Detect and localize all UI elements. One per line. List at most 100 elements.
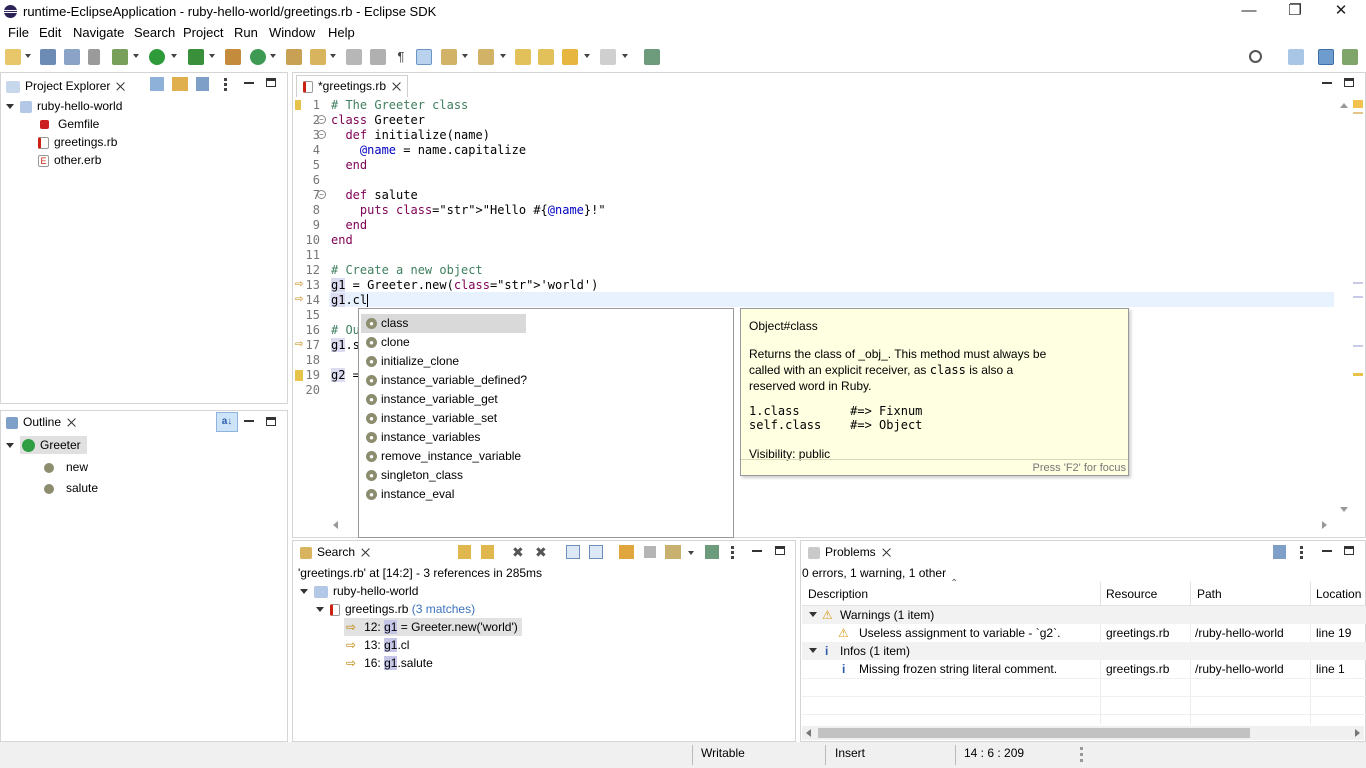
remove-match-icon[interactable]: ✖ — [512, 545, 526, 559]
expand-all-icon[interactable] — [566, 545, 580, 559]
minimize-view-icon[interactable] — [244, 82, 254, 84]
tree-project[interactable]: ruby-hello-world — [6, 97, 122, 115]
completion-item[interactable]: ● remove_instance_variable — [361, 447, 526, 466]
search-tree-project[interactable]: ruby-hello-world — [300, 582, 418, 600]
save-icon[interactable] — [40, 49, 56, 65]
completion-item[interactable]: ● singleton_class — [361, 466, 526, 485]
open-perspective-icon[interactable] — [1288, 49, 1304, 65]
maximize-view-icon[interactable] — [1344, 546, 1354, 555]
close-icon[interactable] — [361, 548, 370, 557]
tab-search[interactable]: Search — [296, 543, 375, 563]
tab-project-explorer[interactable]: Project Explorer — [2, 75, 130, 95]
minimize-button[interactable]: — — [1226, 0, 1272, 23]
status-handle[interactable] — [1080, 747, 1083, 762]
sort-icon[interactable]: a↓ — [216, 412, 238, 432]
fold-toggle-icon[interactable]: − — [317, 190, 326, 199]
tree-file-other[interactable]: Eother.erb — [38, 151, 101, 169]
ruby-perspective-icon[interactable] — [1318, 49, 1334, 65]
show-whitespace-icon[interactable]: ¶ — [393, 49, 409, 65]
pin-search-icon[interactable] — [705, 545, 719, 559]
forward-edit-icon[interactable] — [538, 49, 554, 65]
problems-horizontal-scrollbar[interactable] — [802, 726, 1364, 740]
problem-row-warning[interactable]: ⚠ Useless assignment to variable - `g2`.… — [802, 624, 1366, 642]
view-menu-icon[interactable] — [1300, 546, 1303, 559]
menu-edit[interactable]: Edit — [39, 25, 61, 40]
collapse-all-icon[interactable] — [589, 545, 603, 559]
code-line[interactable]: # Ou — [331, 323, 360, 338]
maximize-editor-icon[interactable] — [1344, 78, 1354, 87]
close-icon[interactable] — [392, 82, 401, 91]
close-icon[interactable] — [116, 82, 125, 91]
editor-vertical-scrollbar[interactable] — [1338, 100, 1348, 515]
maximize-view-icon[interactable] — [775, 546, 785, 555]
forward-icon[interactable] — [600, 49, 616, 65]
outline-method-new[interactable]: new — [44, 458, 88, 476]
menu-project[interactable]: Project — [183, 25, 223, 40]
search-history-icon[interactable] — [665, 545, 681, 559]
code-line[interactable]: g1 = Greeter.new(class="str">'world') — [331, 278, 598, 293]
tab-outline[interactable]: Outline — [2, 413, 81, 433]
prev-match-icon[interactable] — [481, 545, 494, 559]
expand-caret-icon[interactable] — [6, 443, 14, 449]
expand-caret-icon[interactable] — [809, 612, 817, 617]
problems-group-warnings[interactable]: ⚠ Warnings (1 item) — [802, 606, 1366, 624]
search-result-row[interactable]: ⇨ 12: g1 = Greeter.new('world') — [344, 618, 522, 636]
outline-class[interactable]: Greeter — [6, 436, 87, 454]
col-description[interactable]: Description — [808, 587, 868, 601]
view-menu-icon[interactable] — [224, 78, 227, 91]
menu-file[interactable]: File — [8, 25, 29, 40]
menu-help[interactable]: Help — [328, 25, 355, 40]
link-editor-icon[interactable] — [172, 77, 188, 91]
minimize-view-icon[interactable] — [1322, 550, 1332, 552]
next-match-icon[interactable] — [458, 545, 471, 559]
expand-caret-icon[interactable] — [809, 648, 817, 653]
minimize-view-icon[interactable] — [244, 420, 254, 422]
back-icon[interactable] — [562, 49, 578, 65]
maximize-view-icon[interactable] — [266, 78, 276, 87]
completion-item[interactable]: ● instance_eval — [361, 485, 526, 504]
cancel-search-icon[interactable] — [644, 546, 656, 558]
toggle-mark-icon[interactable] — [346, 49, 362, 65]
code-line[interactable]: # The Greeter class — [331, 98, 468, 113]
prev-annotation-icon[interactable] — [478, 49, 494, 65]
maximize-view-icon[interactable] — [266, 417, 276, 426]
code-line[interactable]: end — [331, 218, 367, 233]
completion-item[interactable]: ● instance_variable_set — [361, 409, 526, 428]
completion-item[interactable]: ● clone — [361, 333, 526, 352]
search-result-row[interactable]: ⇨ 16: g1.salute — [344, 654, 433, 672]
col-path[interactable]: Path — [1197, 587, 1222, 601]
menu-navigate[interactable]: Navigate — [73, 25, 124, 40]
minimize-editor-icon[interactable] — [1322, 82, 1332, 84]
code-line[interactable]: g1.cl — [331, 293, 369, 308]
completion-item[interactable]: ● class — [361, 314, 526, 333]
expand-caret-icon[interactable] — [300, 589, 308, 595]
problem-row-info[interactable]: i Missing frozen string literal comment.… — [802, 660, 1366, 678]
fold-toggle-icon[interactable]: − — [317, 115, 326, 124]
highlight-occurrences-icon[interactable] — [416, 49, 432, 65]
run-icon[interactable] — [149, 49, 165, 65]
refresh-search-icon[interactable] — [619, 545, 634, 559]
tree-file-greetings[interactable]: greetings.rb — [38, 133, 117, 151]
pin-editor-icon[interactable] — [644, 49, 660, 65]
expand-caret-icon[interactable] — [316, 607, 324, 613]
code-line[interactable]: end — [331, 158, 367, 173]
fold-toggle-icon[interactable]: − — [317, 130, 326, 139]
save-all-icon[interactable] — [64, 49, 80, 65]
search-icon[interactable] — [1249, 50, 1262, 63]
collapse-all-icon[interactable] — [150, 77, 164, 91]
menu-run[interactable]: Run — [234, 25, 258, 40]
code-line[interactable]: class Greeter — [331, 113, 425, 128]
problems-group-infos[interactable]: i Infos (1 item) — [802, 642, 1366, 660]
tab-problems[interactable]: Problems — [804, 543, 895, 563]
filter-icon[interactable] — [1273, 545, 1286, 559]
last-edit-icon[interactable] — [515, 49, 531, 65]
next-annotation-icon[interactable] — [441, 49, 457, 65]
menu-search[interactable]: Search — [134, 25, 175, 40]
minimize-view-icon[interactable] — [752, 550, 762, 552]
menu-window[interactable]: Window — [269, 25, 315, 40]
filter-icon[interactable] — [196, 77, 209, 91]
col-resource[interactable]: Resource — [1106, 587, 1157, 601]
open-type-icon[interactable] — [286, 49, 302, 65]
search-result-row[interactable]: ⇨ 13: g1.cl — [344, 636, 409, 654]
view-menu-icon[interactable] — [731, 546, 734, 559]
